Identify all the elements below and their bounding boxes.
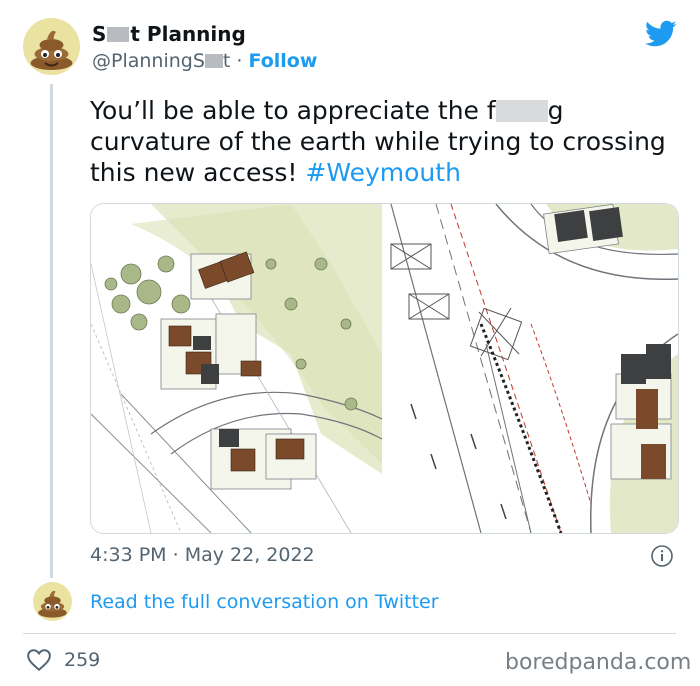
thread-line	[50, 84, 53, 578]
source-watermark: boredpanda.com	[505, 650, 692, 675]
divider	[23, 633, 676, 634]
site-plan-drawing	[91, 204, 678, 533]
hashtag-link[interactable]: #Weymouth	[305, 158, 461, 187]
poop-emoji-icon	[30, 30, 73, 70]
info-icon[interactable]	[650, 544, 674, 568]
redaction-blur	[495, 100, 548, 122]
display-name[interactable]: St Planning	[92, 22, 246, 46]
tweet-text: You’ll be able to appreciate the f g curva…	[90, 96, 666, 187]
tweet-media-image[interactable]	[90, 203, 679, 534]
redaction-block	[107, 27, 130, 42]
conversation-avatar	[33, 582, 72, 621]
like-count: 259	[64, 649, 101, 671]
user-handle[interactable]: @PlanningS t	[92, 50, 230, 72]
tweet-timestamp[interactable]: 4:33 PM · May 22, 2022	[90, 544, 315, 566]
follow-button[interactable]: Follow	[249, 50, 318, 72]
read-conversation-link[interactable]: Read the full conversation on Twitter	[90, 591, 439, 613]
profile-avatar[interactable]	[23, 18, 80, 75]
separator: ·	[236, 50, 243, 72]
heart-icon[interactable]	[26, 648, 52, 672]
redaction-block	[204, 54, 223, 68]
poop-emoji-icon	[38, 590, 67, 618]
handle-row: @PlanningS t · Follow	[92, 50, 317, 72]
twitter-bird-icon[interactable]	[645, 20, 677, 48]
